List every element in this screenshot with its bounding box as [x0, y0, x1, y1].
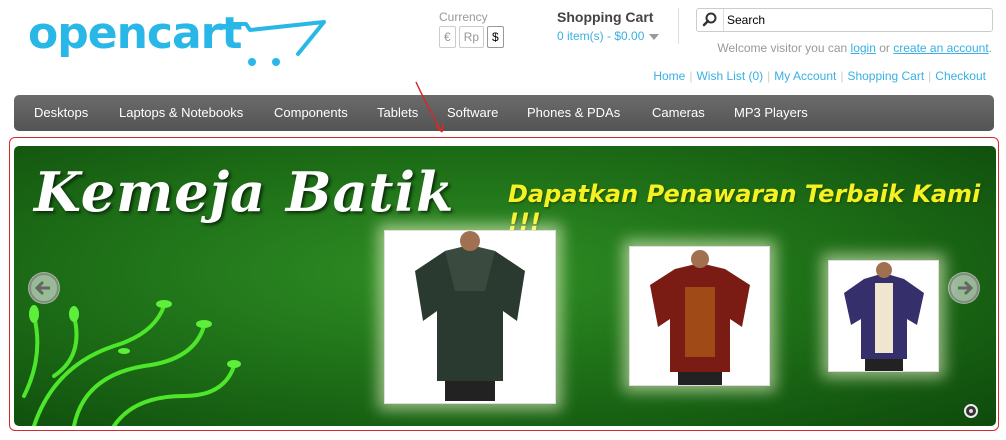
menu-item-components[interactable]: Components	[274, 95, 348, 131]
login-link[interactable]: login	[851, 41, 876, 55]
menu-item-cameras[interactable]: Cameras	[652, 95, 705, 131]
currency-selector: Currency € Rp $	[439, 10, 504, 48]
slideshow-pagination-dot[interactable]	[964, 404, 978, 418]
welcome-message: Welcome visitor you can login or create …	[717, 41, 992, 55]
search-input[interactable]	[727, 9, 985, 31]
cart-logo-icon	[230, 20, 326, 66]
home-link[interactable]: Home	[653, 69, 685, 83]
logo-text: opencart	[28, 8, 242, 59]
cart-title: Shopping Cart	[557, 9, 654, 25]
link-separator: |	[689, 69, 693, 83]
chevron-down-icon	[649, 33, 660, 40]
slideshow-prev-button[interactable]	[28, 272, 60, 304]
search-box	[696, 8, 993, 32]
arrow-right-icon	[949, 273, 979, 303]
menu-item-phones-pdas[interactable]: Phones & PDAs	[527, 95, 620, 131]
shirt-image-icon	[844, 262, 924, 371]
header-divider	[678, 8, 679, 44]
shirt-image-icon	[650, 250, 750, 385]
slideshow-next-button[interactable]	[948, 272, 980, 304]
product-image-batik-shirt-red[interactable]	[629, 246, 770, 386]
currency-title: Currency	[439, 10, 488, 24]
annotation-arrow-icon	[415, 81, 444, 133]
menu-item-mp3-players[interactable]: MP3 Players	[734, 95, 808, 131]
menu-item-laptops-notebooks[interactable]: Laptops & Notebooks	[119, 95, 243, 131]
opencart-logo[interactable]: opencart	[28, 8, 326, 70]
banner-title: Kemeja Batik	[34, 160, 455, 224]
product-image-batik-shirt-blue[interactable]	[828, 260, 939, 372]
checkout-link[interactable]: Checkout	[935, 69, 986, 83]
category-menu: Desktops Laptops & Notebooks Components …	[14, 95, 994, 131]
welcome-middle: or	[875, 41, 894, 55]
link-separator: |	[928, 69, 932, 83]
search-icon	[702, 12, 717, 27]
my-account-link[interactable]: My Account	[774, 69, 836, 83]
currency-euro-button[interactable]: €	[439, 26, 456, 48]
top-links: Home | Wish List (0) | My Account | Shopping C…	[653, 69, 986, 83]
welcome-suffix: .	[988, 41, 992, 55]
cart-total-label: 0 item(s) - $0.00	[557, 29, 645, 43]
product-image-batik-shirt-dark[interactable]	[384, 230, 556, 404]
cart-total[interactable]: 0 item(s) - $0.00	[557, 29, 660, 43]
link-separator: |	[767, 69, 771, 83]
menu-item-desktops[interactable]: Desktops	[34, 95, 88, 131]
wishlist-link[interactable]: Wish List (0)	[696, 69, 763, 83]
banner-slideshow[interactable]: Kemeja Batik Dapatkan Penawaran Terbaik …	[14, 146, 996, 426]
welcome-prefix: Welcome visitor you can	[717, 41, 851, 55]
banner-tagline: Dapatkan Penawaran Terbaik Kami !!!	[508, 180, 981, 236]
currency-rupiah-button[interactable]: Rp	[458, 26, 485, 48]
shirt-image-icon	[415, 231, 525, 401]
link-separator: |	[840, 69, 844, 83]
currency-dollar-button[interactable]: $	[487, 26, 504, 48]
shopping-cart-widget[interactable]: Shopping Cart 0 item(s) - $0.00	[557, 9, 660, 43]
create-account-link[interactable]: create an account	[893, 41, 988, 55]
arrow-left-icon	[29, 273, 59, 303]
menu-item-software[interactable]: Software	[447, 95, 498, 131]
shopping-cart-link[interactable]: Shopping Cart	[847, 69, 924, 83]
search-button[interactable]	[697, 9, 724, 31]
